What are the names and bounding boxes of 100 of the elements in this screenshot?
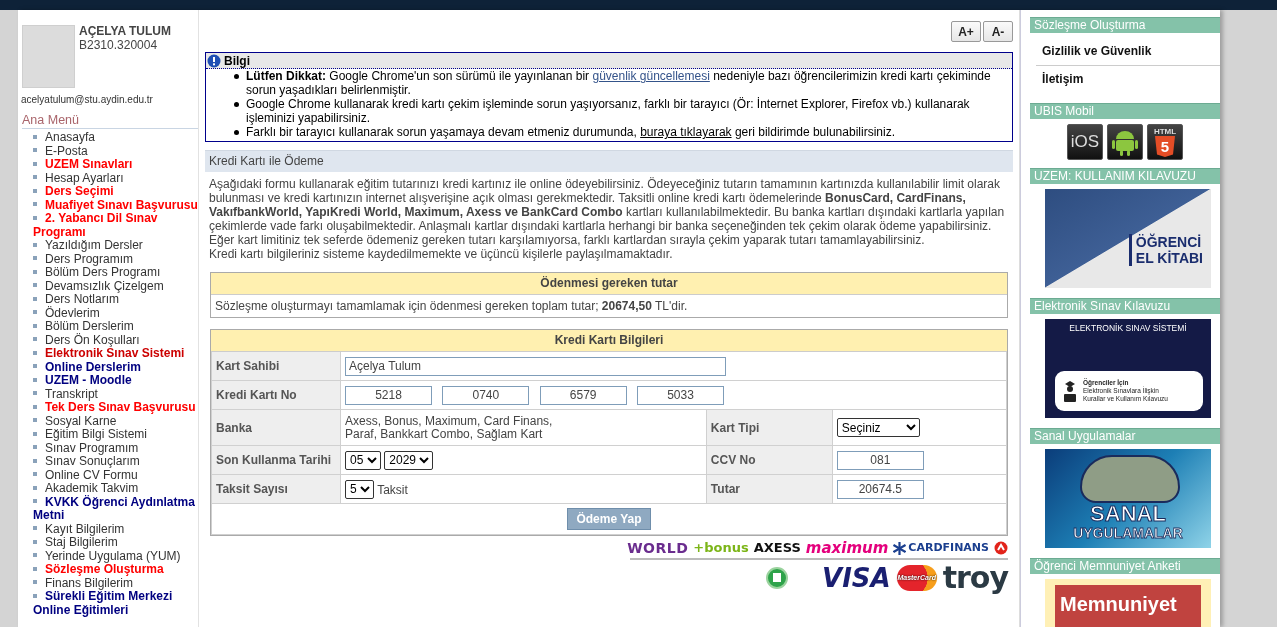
menu-link[interactable]: Sınav Programım xyxy=(33,441,198,455)
menu-link[interactable]: Sözleşme Oluşturma xyxy=(33,563,198,577)
font-size-button[interactable]: A+ xyxy=(951,21,981,42)
info-paragraph: Aşağıdaki formu kullanarak eğitim tutarınızı kredi kartınız ile online ödeyebilirsiniz. Ödeyeceğiniz tutarın tamamının kartınızda kullanılabilir limit olarak bulunması ve kredi kartınızın internet alışverişine açık olması gerekmektedir. Taksitli online kredi kartı ödemelerinde BonusCard, CardFinans, VakıfbankWorld, YapıKredi World, Maximum, Axess ve BankCard Combo kartları kullanılabilmektedir. Bu banka kartları dışındaki kartlarla yapılan çekimlerde vade farkı oluşabilmektedir. Anlaşmalı kartlar dışındaki kartlarla herhangi bir banka seçeneğinden tek çekim olarak ödeme yapabilirsiniz. xyxy=(209,177,1006,233)
menu-link[interactable]: E-Posta xyxy=(33,144,198,158)
menu-link[interactable]: UZEM Sınavları xyxy=(33,158,198,172)
sidebar-header: UBIS Mobil xyxy=(1030,103,1220,119)
bullet-icon xyxy=(33,377,37,382)
installment-suffix: Taksit xyxy=(377,482,408,496)
field-label: Kart Tipi xyxy=(710,420,760,435)
input-field[interactable]: 5218 xyxy=(345,385,432,405)
menu-link[interactable]: Sürekli Eğitim Merkezi Online Eğitimleri xyxy=(33,590,198,617)
input-field[interactable]: 20674.5 xyxy=(836,479,924,499)
notice-item: Farklı bir tarayıcı kullanarak sorun yaşamaya devam etmeniz durumunda, buraya tıklayarak geri bildirimde bulunabilirsiniz. xyxy=(246,125,895,139)
menu-link[interactable]: Ders Seçimi xyxy=(33,185,198,199)
select-field[interactable]: Seçiniz xyxy=(836,418,920,437)
sidebar-header: UZEM: KULLANIM KILAVUZU xyxy=(1030,168,1220,184)
menu-link[interactable]: Tek Ders Sınav Başvurusu xyxy=(33,401,198,415)
bank-list: Axess, Bonus, Maximum, Card Finans, Paraf, Bankkart Combo, Sağlam Kart xyxy=(345,414,702,441)
bullet-icon xyxy=(33,391,37,396)
paraf-logo xyxy=(994,541,1008,555)
input-field[interactable]: 0740 xyxy=(442,385,530,405)
menu-link[interactable]: UZEM - Moodle xyxy=(33,374,198,388)
menu-link[interactable]: Kayıt Bilgilerim xyxy=(33,522,198,536)
html5-app-button[interactable]: HTML 5 xyxy=(1147,124,1183,160)
input-field[interactable]: Açelya Tulum xyxy=(345,356,726,376)
ios-app-button[interactable]: iOS xyxy=(1067,124,1103,160)
survey-banner[interactable]: Memnuniyet xyxy=(1045,579,1211,627)
student-email: acelyatulum@stu.aydin.edu.tr xyxy=(20,93,154,105)
bullet-icon xyxy=(33,337,37,342)
student-laptop-icon xyxy=(1063,380,1077,402)
font-size-button[interactable]: A- xyxy=(983,21,1013,42)
menu-link[interactable]: Akademik Takvim xyxy=(33,482,198,496)
profile-photo xyxy=(22,25,75,88)
axess-logo: AXESS xyxy=(753,540,801,556)
select-field[interactable]: 5 xyxy=(345,479,374,499)
bullet-icon xyxy=(33,553,37,558)
menu-link[interactable]: Anasayfa xyxy=(33,131,198,145)
field-label: Kredi Kartı No xyxy=(216,388,297,402)
menu-link[interactable]: Sosyal Karne xyxy=(33,414,198,428)
menu-link[interactable]: Staj Bilgilerim xyxy=(33,536,198,550)
menu-title: Ana Menü xyxy=(22,113,198,129)
notice-item: Google Chrome kullanarak kredi kartı çekim işleminde sorun yaşıyorsanız, farklı bir tarayıcı (Ör: İnternet Explorer, Firefox vb.) kullanarak işleminizi yapabilirsiniz. xyxy=(246,97,971,125)
field-label: Son Kullanma Tarihi xyxy=(216,453,332,467)
menu-link[interactable]: Muafiyet Sınavı Başvurusu xyxy=(33,198,198,212)
bullet-icon xyxy=(33,283,37,288)
field-label: Tutar xyxy=(710,482,740,496)
menu-link[interactable]: Online Derslerim xyxy=(33,360,198,374)
sidebar-link[interactable]: Gizlilik ve Güvenlik xyxy=(1036,38,1220,66)
section-header: Kredi Kartı ile Ödeme xyxy=(205,150,1013,172)
visa-logo: VISA xyxy=(822,564,891,592)
menu-link[interactable]: Ders Programım xyxy=(33,252,198,266)
select-field[interactable]: 05 xyxy=(345,450,381,470)
menu-link[interactable]: Online CV Formu xyxy=(33,468,198,482)
bullet-icon xyxy=(33,499,37,504)
menu-link[interactable]: KVKK Öğrenci Aydınlatma Metni xyxy=(33,495,198,523)
menu-link[interactable]: Bölüm Derslerim xyxy=(33,320,198,334)
maximum-logo: maximum xyxy=(805,540,889,556)
android-app-icon[interactable] xyxy=(1107,124,1143,160)
menu-link[interactable]: Bölüm Ders Programı xyxy=(33,266,198,280)
input-field[interactable]: 081 xyxy=(836,450,924,470)
student-name: AÇELYA TULUM xyxy=(79,24,171,38)
field-label: CCV No xyxy=(710,453,756,467)
bullet-icon xyxy=(33,431,37,436)
info-icon xyxy=(207,53,221,68)
bullet-icon xyxy=(33,445,37,450)
bullet-icon xyxy=(33,148,37,153)
select-field[interactable]: 2029 xyxy=(384,450,434,470)
sidebar-link[interactable]: İletişim xyxy=(1036,66,1220,93)
menu-link[interactable]: Sınav Sonuçlarım xyxy=(33,455,198,469)
input-field[interactable]: 5033 xyxy=(637,385,725,405)
menu-link[interactable]: Hesap Ayarları xyxy=(33,171,198,185)
info-paragraph: Kredi kartı bilgileriniz sisteme kaydedilmemekte ve üçüncü kişilerle paylaşılmamaktadır. xyxy=(209,247,674,261)
menu-link[interactable]: Eğitim Bilgi Sistemi xyxy=(33,428,198,442)
bullet-icon xyxy=(33,215,37,220)
info-paragraph: Eğer kart limitiniz tek seferde ödemeniz gereken tutarı karşılamıyorsa, farklı kartlardan sırayla çekim yaparak tutarı tamamlayabilirsiniz. xyxy=(209,233,926,247)
menu-link[interactable]: Transkript xyxy=(33,387,198,401)
bullet-icon xyxy=(33,202,37,207)
menu-link[interactable]: Elektronik Sınav Sistemi xyxy=(33,347,198,361)
student-number: B2310.320004 xyxy=(79,38,159,52)
menu-link[interactable]: 2. Yabancı Dil Sınav Programı xyxy=(33,212,198,239)
menu-link[interactable]: Yazıldığım Dersler xyxy=(33,239,198,253)
menu-link[interactable]: Finans Bilgilerim xyxy=(33,576,198,590)
world-logo: WORLD xyxy=(627,540,689,556)
bullet-icon xyxy=(33,188,37,193)
menu-link[interactable]: Yerinde Uygulama (YUM) xyxy=(33,549,198,563)
feedback-link[interactable]: buraya tıklayarak xyxy=(640,125,732,139)
handbook-banner[interactable]: ÖĞRENCİ EL KİTABI xyxy=(1045,189,1211,288)
menu-link[interactable]: Ders Notlarım xyxy=(33,293,198,307)
menu-link[interactable]: Ödevlerim xyxy=(33,306,198,320)
field-label: Banka xyxy=(216,420,253,435)
bullet-icon xyxy=(33,485,37,490)
notice-link[interactable]: güvenlik güncellemesi xyxy=(592,69,710,83)
bullet-icon xyxy=(33,175,37,180)
bullet-icon xyxy=(33,418,37,423)
bullet-icon xyxy=(33,242,37,247)
input-field[interactable]: 6579 xyxy=(539,385,627,405)
bullet-icon xyxy=(33,256,37,261)
menu-link[interactable]: Devamsızlık Çizelgem xyxy=(33,279,198,293)
menu-link[interactable]: Ders Ön Koşulları xyxy=(33,333,198,347)
